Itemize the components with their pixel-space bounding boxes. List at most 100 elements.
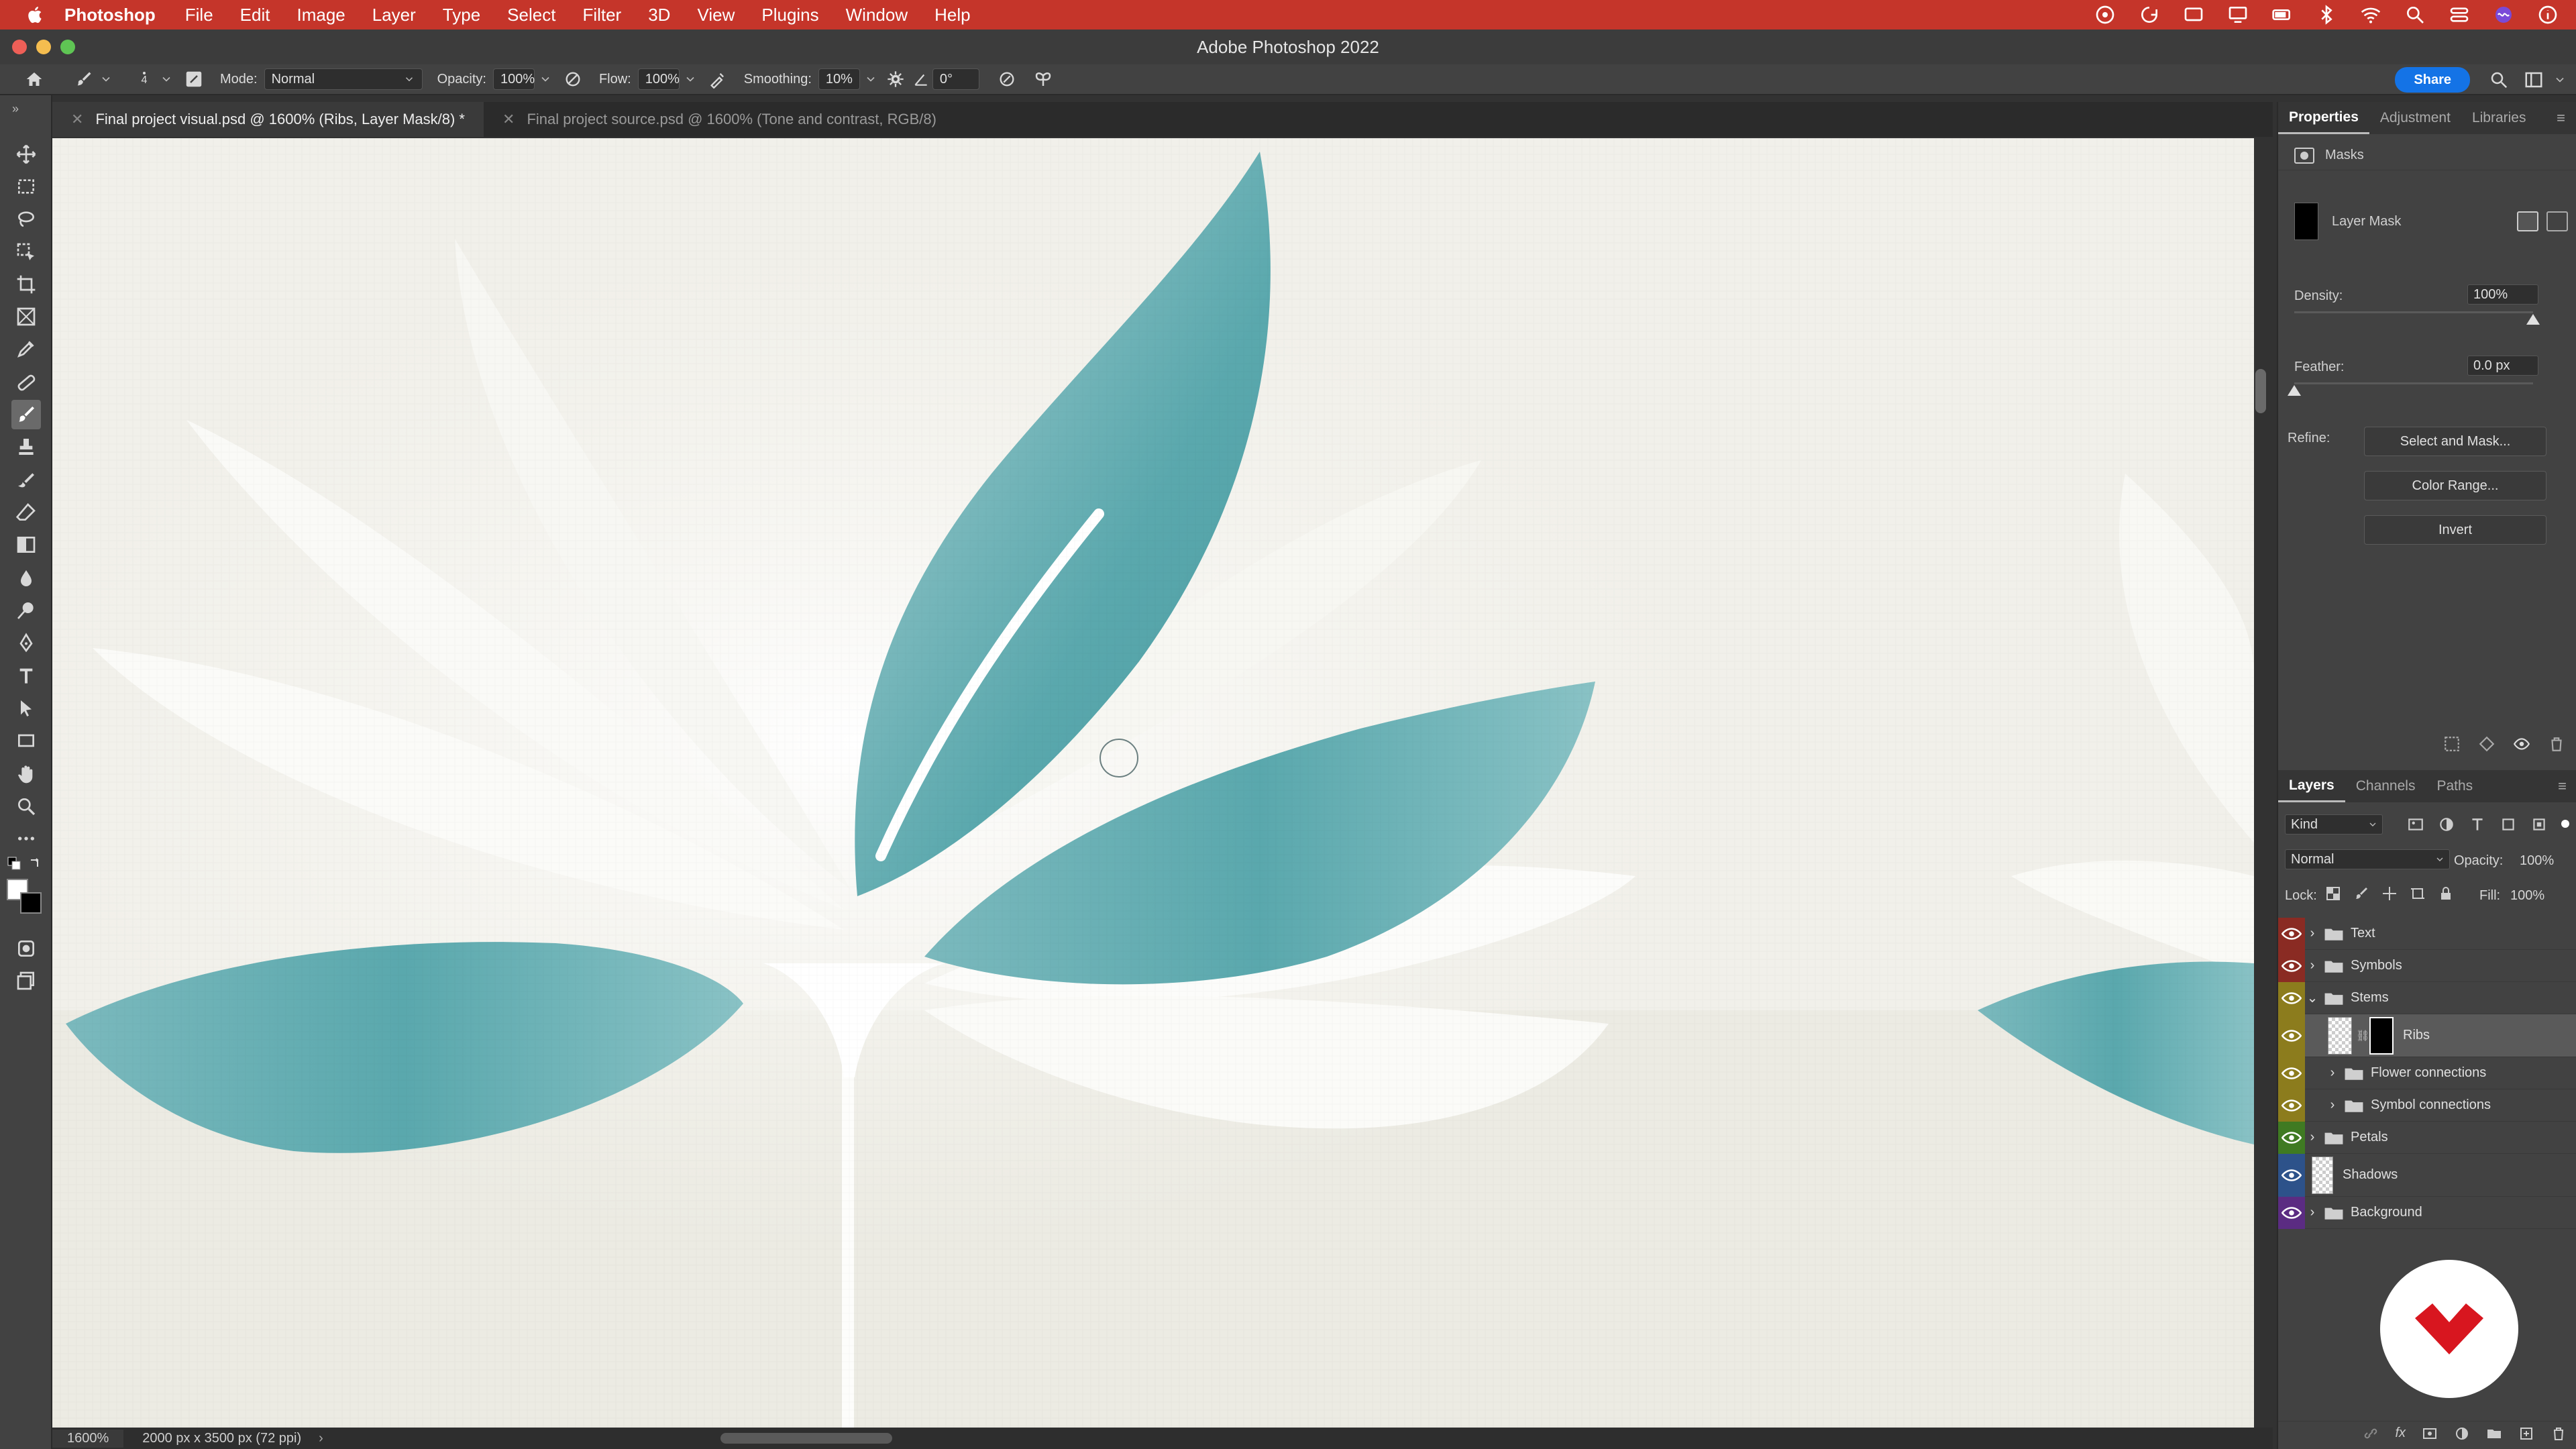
- eye-icon[interactable]: [2513, 735, 2530, 753]
- screen-record-icon[interactable]: [2183, 4, 2204, 25]
- crop-tool[interactable]: [11, 270, 41, 299]
- brush-tool[interactable]: [11, 400, 41, 429]
- adjustment-filter-icon[interactable]: [2438, 816, 2455, 833]
- apply-mask-icon[interactable]: [2478, 735, 2496, 753]
- mode-select[interactable]: Normal: [264, 68, 423, 90]
- smart-object-filter-icon[interactable]: [2530, 816, 2548, 833]
- horizontal-scrollbar[interactable]: [720, 1433, 892, 1444]
- wifi-icon[interactable]: [2360, 4, 2381, 25]
- symmetry-button[interactable]: [1032, 68, 1055, 91]
- smoothing-input[interactable]: 10%: [818, 68, 860, 90]
- spotlight-search-icon[interactable]: [2404, 4, 2426, 25]
- default-colors-button[interactable]: [7, 856, 23, 872]
- eyedropper-tool[interactable]: [11, 334, 41, 364]
- brush-settings-toggle[interactable]: [182, 68, 205, 91]
- type-filter-icon[interactable]: [2469, 816, 2486, 833]
- chevron-down-icon[interactable]: [864, 72, 877, 86]
- layer-row-ribs[interactable]: ⛓ Ribs: [2278, 1014, 2576, 1057]
- pixel-mask-button[interactable]: [2517, 211, 2538, 231]
- load-selection-icon[interactable]: [2443, 735, 2461, 753]
- minimize-window-button[interactable]: [36, 40, 51, 54]
- layers-menu-icon[interactable]: ≡: [2558, 777, 2567, 795]
- visibility-toggle[interactable]: [2278, 981, 2305, 1014]
- menu-file[interactable]: File: [185, 5, 213, 25]
- tab-properties[interactable]: Properties: [2278, 102, 2369, 134]
- chevron-right-icon[interactable]: ›: [2305, 926, 2320, 941]
- visibility-toggle[interactable]: [2278, 917, 2305, 950]
- color-range-button[interactable]: Color Range...: [2364, 471, 2546, 500]
- brush-size-picker[interactable]: 4: [133, 68, 156, 91]
- zoom-tool[interactable]: [11, 792, 41, 821]
- layer-row-text[interactable]: › Text: [2278, 917, 2576, 950]
- close-tab-icon[interactable]: ✕: [71, 111, 83, 128]
- lock-pixels-icon[interactable]: [2353, 885, 2369, 902]
- chevron-right-icon[interactable]: ›: [2305, 958, 2320, 973]
- layer-row-stems[interactable]: ⌄ Stems: [2278, 981, 2576, 1014]
- pixel-layer-filter-icon[interactable]: [2407, 816, 2424, 833]
- screen-mode-button[interactable]: [11, 966, 41, 996]
- type-tool[interactable]: [11, 661, 41, 691]
- lock-position-icon[interactable]: [2381, 885, 2398, 902]
- apple-icon[interactable]: [25, 5, 46, 25]
- visibility-toggle[interactable]: [2278, 1121, 2305, 1154]
- tab-final-project-visual[interactable]: ✕ Final project visual.psd @ 1600% (Ribs…: [52, 102, 484, 137]
- vertical-scrollbar[interactable]: [2255, 369, 2266, 413]
- brush-angle-input[interactable]: 0°: [932, 68, 979, 90]
- menu-help[interactable]: Help: [934, 5, 970, 25]
- tab-paths[interactable]: Paths: [2426, 770, 2483, 802]
- blur-tool[interactable]: [11, 564, 41, 593]
- history-brush-tool[interactable]: [11, 466, 41, 495]
- move-tool[interactable]: [11, 140, 41, 169]
- object-selection-tool[interactable]: [11, 237, 41, 267]
- tab-libraries[interactable]: Libraries: [2461, 102, 2537, 134]
- close-tab-icon[interactable]: ✕: [502, 111, 515, 128]
- tab-layers[interactable]: Layers: [2278, 770, 2345, 802]
- opacity-input[interactable]: 100%: [492, 68, 535, 90]
- vector-mask-button[interactable]: [2546, 211, 2568, 231]
- chevron-down-icon[interactable]: ⌄: [2305, 989, 2320, 1006]
- chevron-down-icon[interactable]: [539, 72, 552, 86]
- document-canvas[interactable]: [52, 138, 2254, 1428]
- lock-transparency-icon[interactable]: [2325, 885, 2341, 902]
- filter-toggle[interactable]: [2561, 820, 2569, 828]
- layer-filter-select[interactable]: Kind: [2285, 814, 2383, 835]
- dodge-tool[interactable]: [11, 596, 41, 625]
- menu-window[interactable]: Window: [846, 5, 908, 25]
- trash-icon[interactable]: [2548, 735, 2565, 753]
- app-name-menu[interactable]: Photoshop: [64, 5, 156, 25]
- visibility-toggle[interactable]: [2278, 949, 2305, 982]
- feather-slider-knob[interactable]: [2288, 385, 2301, 396]
- layer-row-petals[interactable]: › Petals: [2278, 1121, 2576, 1154]
- density-slider-track[interactable]: [2294, 311, 2533, 313]
- visibility-toggle[interactable]: [2278, 1196, 2305, 1229]
- chevron-down-icon[interactable]: [684, 72, 697, 86]
- chevron-down-icon[interactable]: [99, 72, 113, 86]
- visibility-toggle[interactable]: [2278, 1153, 2305, 1197]
- tab-channels[interactable]: Channels: [2345, 770, 2426, 802]
- edit-toolbar-button[interactable]: [11, 824, 41, 853]
- layer-row-symbol-connections[interactable]: › Symbol connections: [2278, 1089, 2576, 1122]
- share-button[interactable]: Share: [2395, 67, 2470, 93]
- home-button[interactable]: [23, 68, 46, 91]
- layer-row-shadows[interactable]: Shadows: [2278, 1153, 2576, 1197]
- info-icon[interactable]: [2537, 4, 2559, 25]
- eraser-tool[interactable]: [11, 498, 41, 527]
- collapse-tools-toggle[interactable]: »: [5, 102, 25, 115]
- pressure-size-toggle[interactable]: [996, 68, 1018, 91]
- panel-menu-icon[interactable]: ≡: [2557, 109, 2565, 127]
- chevron-right-icon[interactable]: ›: [2325, 1097, 2340, 1113]
- menu-filter[interactable]: Filter: [582, 5, 621, 25]
- fill-value[interactable]: 100%: [2510, 888, 2544, 904]
- sync-icon[interactable]: [2139, 4, 2160, 25]
- adjustment-layer-icon[interactable]: [2454, 1426, 2470, 1442]
- layer-row-flower-connections[interactable]: › Flower connections: [2278, 1057, 2576, 1089]
- control-center-icon[interactable]: [2449, 4, 2470, 25]
- swap-colors-button[interactable]: [27, 856, 43, 872]
- visibility-toggle[interactable]: [2278, 1014, 2305, 1057]
- lock-all-icon[interactable]: [2438, 885, 2454, 902]
- density-slider-knob[interactable]: [2526, 314, 2540, 325]
- layer-row-background[interactable]: › Background: [2278, 1196, 2576, 1229]
- visibility-toggle[interactable]: [2278, 1089, 2305, 1122]
- new-group-icon[interactable]: [2486, 1426, 2502, 1442]
- density-input[interactable]: 100%: [2467, 284, 2538, 305]
